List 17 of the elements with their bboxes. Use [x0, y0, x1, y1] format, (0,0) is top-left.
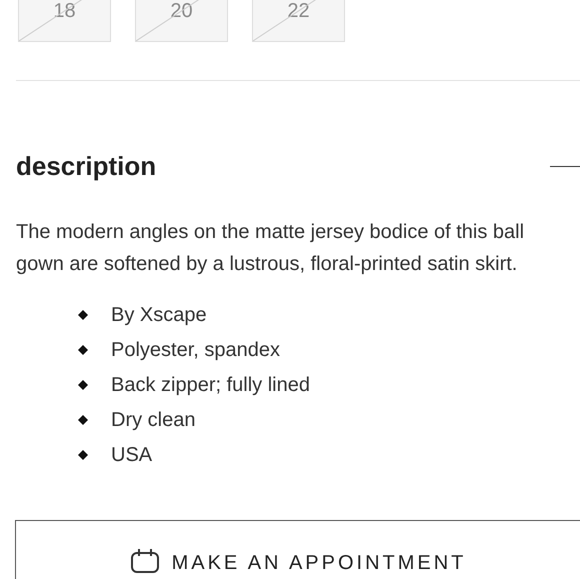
description-text: The modern angles on the matte jersey bodice of this ball gown are softened by a lustrous, floral-printed satin skirt. — [15, 220, 526, 277]
bullet-icon — [78, 310, 88, 320]
size-option[interactable]: 22 — [252, 0, 345, 42]
bullet-icon — [78, 345, 88, 355]
bullet-icon — [78, 450, 88, 460]
bullet-icon — [78, 380, 88, 390]
section-title: description — [16, 150, 156, 183]
size-option[interactable]: 18 — [18, 0, 111, 42]
bullet-text: Polyester, spandex — [111, 338, 280, 363]
bullet-text: Back zipper; fully lined — [111, 373, 310, 398]
size-option[interactable]: 20 — [135, 0, 228, 42]
calendar-icon — [130, 548, 160, 574]
bullet-text: Dry clean — [111, 408, 196, 433]
bullet-text: USA — [111, 443, 152, 468]
bullet-text: By Xscape — [111, 303, 207, 328]
appointment-button[interactable]: MAKE AN APPOINTMENT — [15, 520, 580, 579]
bullet-icon — [78, 415, 88, 425]
